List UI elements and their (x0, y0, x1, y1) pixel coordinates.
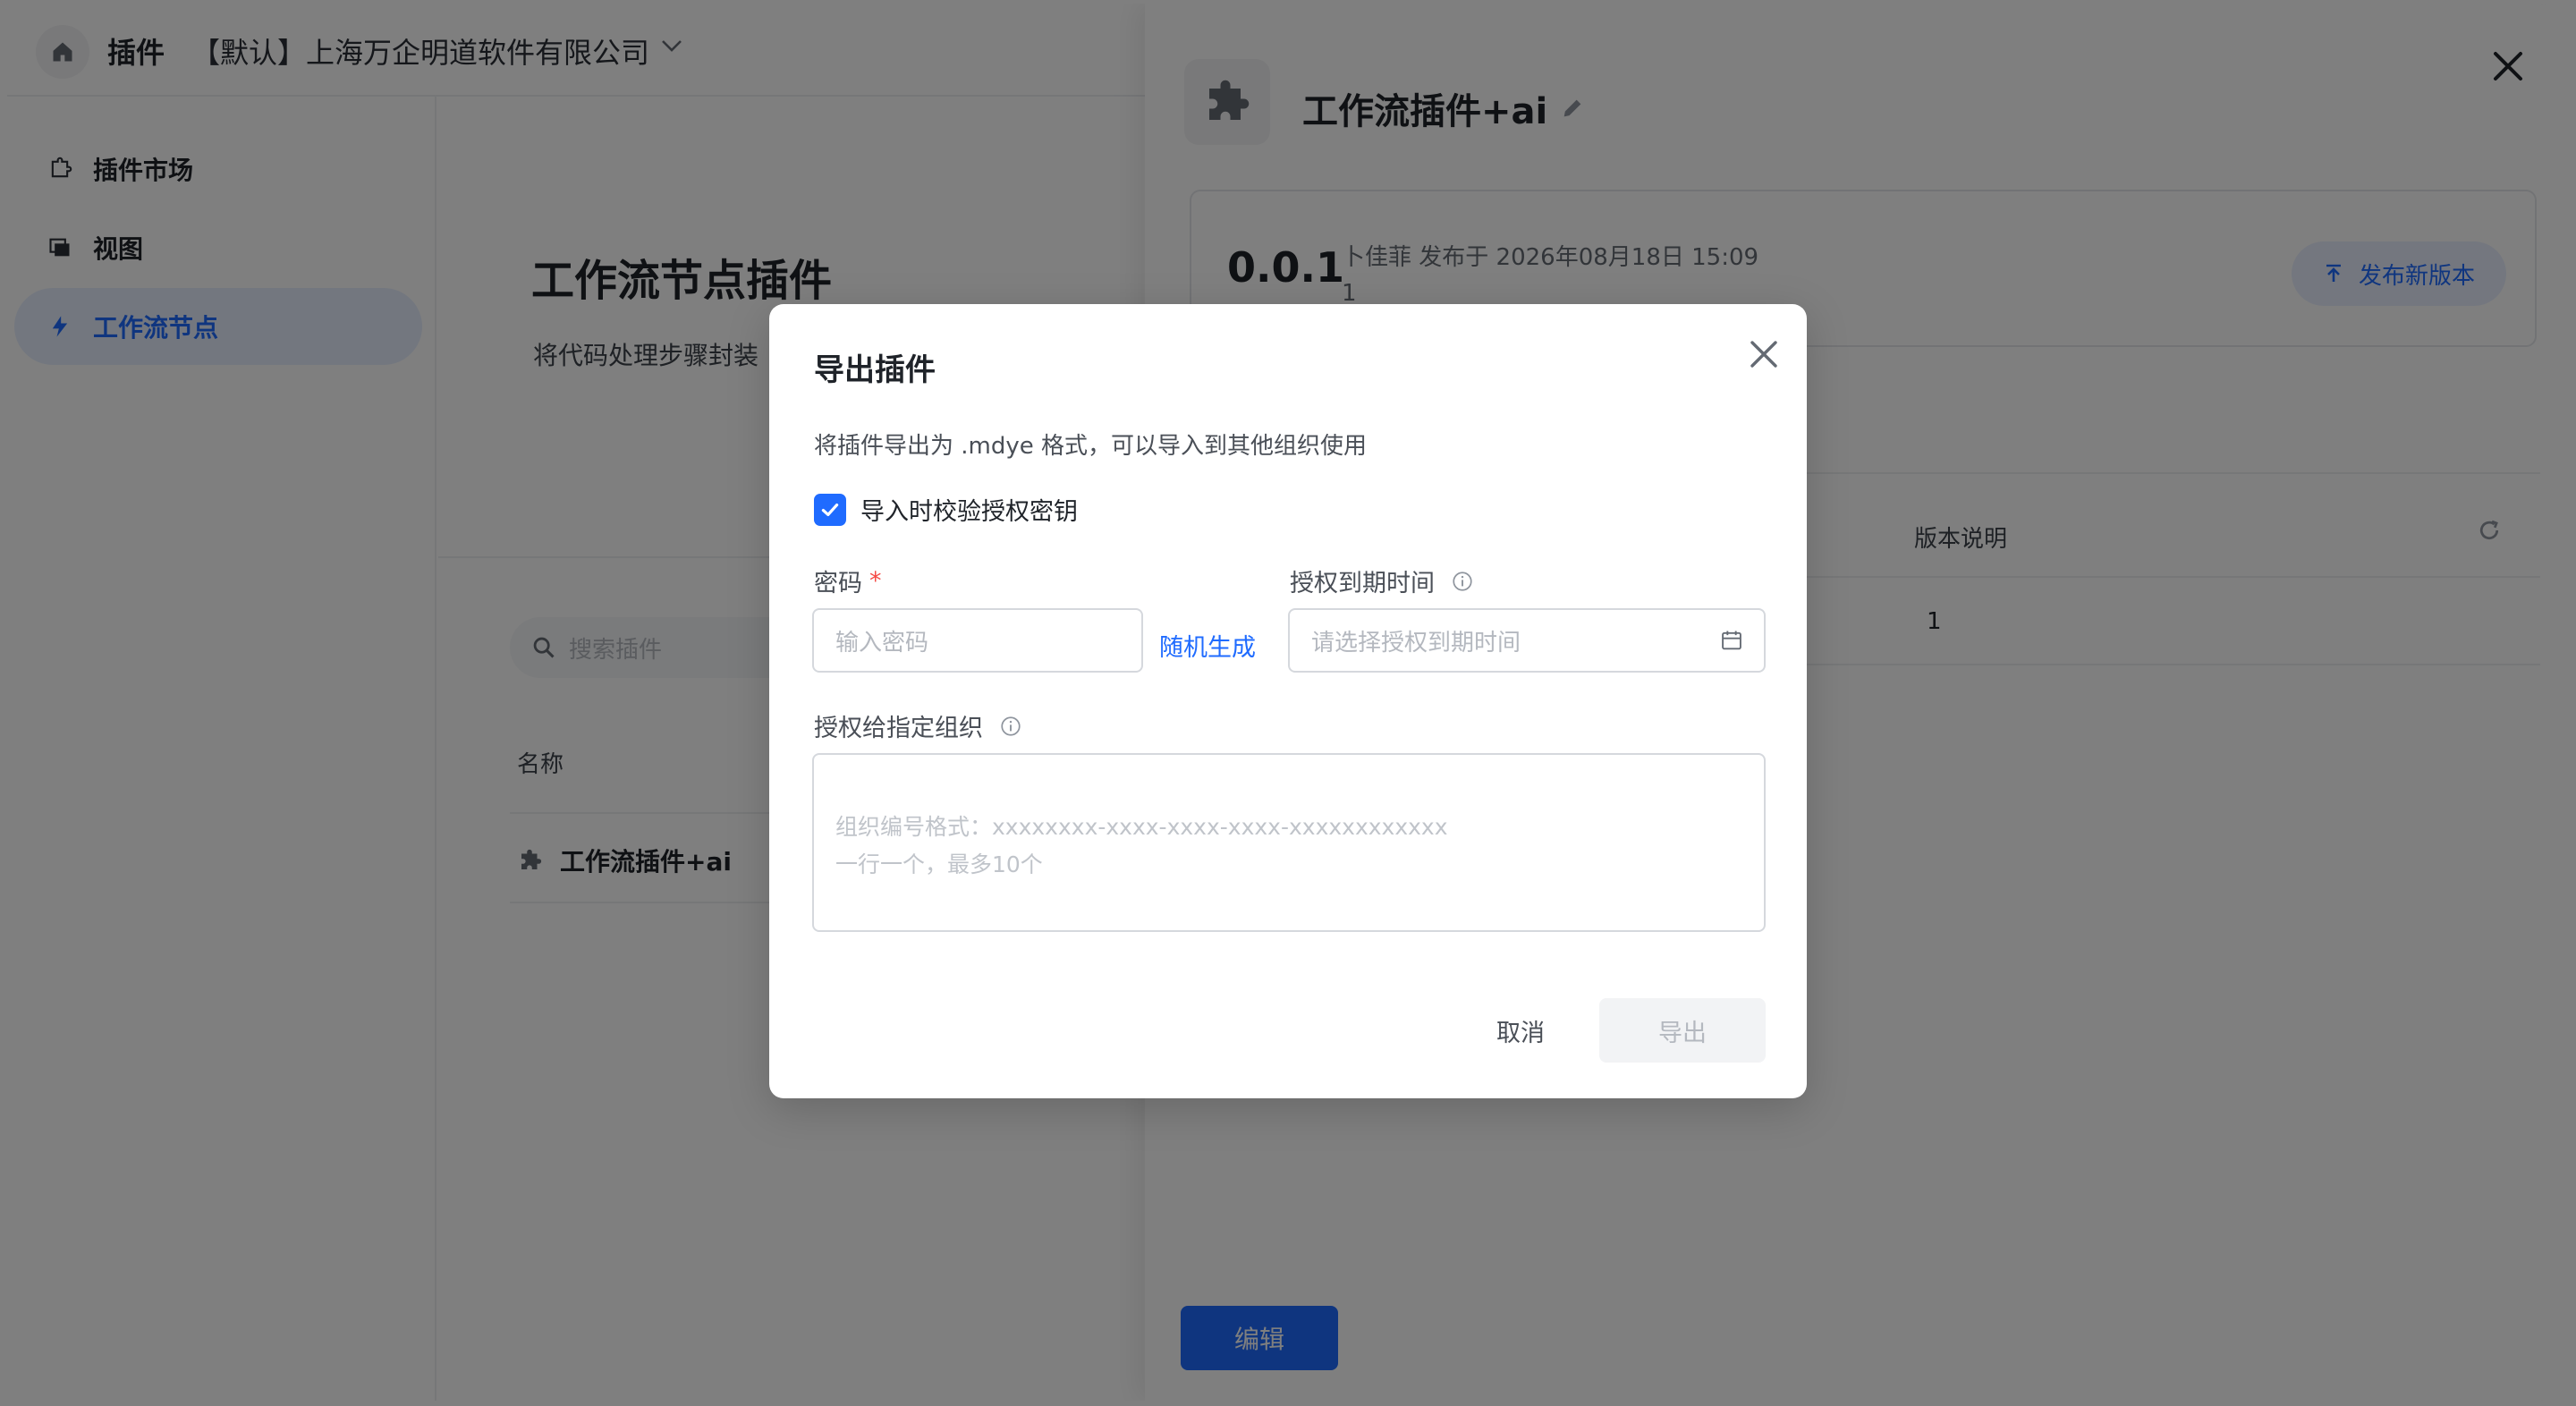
verify-key-checkbox[interactable] (814, 493, 846, 526)
password-label: 密码 * (814, 563, 882, 598)
cancel-button[interactable]: 取消 (1433, 998, 1608, 1063)
check-icon (821, 503, 839, 516)
org-label-text: 授权给指定组织 (814, 715, 983, 742)
org-placeholder: 组织编号格式：xxxxxxxx-xxxx-xxxx-xxxx-xxxxxxxxx… (835, 814, 1448, 877)
org-label: 授权给指定组织 (814, 708, 1022, 743)
expiry-date-picker[interactable]: 请选择授权到期时间 (1288, 608, 1766, 673)
expiry-label: 授权到期时间 (1290, 563, 1474, 598)
dialog-title: 导出插件 (814, 352, 936, 388)
expiry-label-text: 授权到期时间 (1290, 570, 1435, 597)
info-icon[interactable] (1451, 570, 1474, 593)
export-plugin-dialog: 导出插件 将插件导出为 .mdye 格式，可以导入到其他组织使用 导入时校验授权… (769, 304, 1807, 1098)
org-textarea[interactable]: 组织编号格式：xxxxxxxx-xxxx-xxxx-xxxx-xxxxxxxxx… (812, 753, 1766, 932)
password-input[interactable]: 输入密码 (812, 608, 1143, 673)
random-generate-button[interactable]: 随机生成 (1159, 628, 1256, 663)
checkbox-label: 导入时校验授权密钥 (860, 498, 1078, 526)
calendar-icon (1722, 631, 1741, 650)
expiry-placeholder: 请选择授权到期时间 (1311, 629, 1521, 656)
password-label-text: 密码 (814, 570, 862, 597)
info-icon[interactable] (999, 715, 1022, 738)
verify-key-checkbox-row[interactable]: 导入时校验授权密钥 (814, 492, 1078, 527)
close-icon[interactable] (1744, 335, 1784, 374)
password-placeholder: 输入密码 (835, 629, 929, 656)
export-button[interactable]: 导出 (1599, 998, 1766, 1063)
required-mark: * (869, 567, 882, 595)
dialog-description: 将插件导出为 .mdye 格式，可以导入到其他组织使用 (814, 433, 1368, 460)
